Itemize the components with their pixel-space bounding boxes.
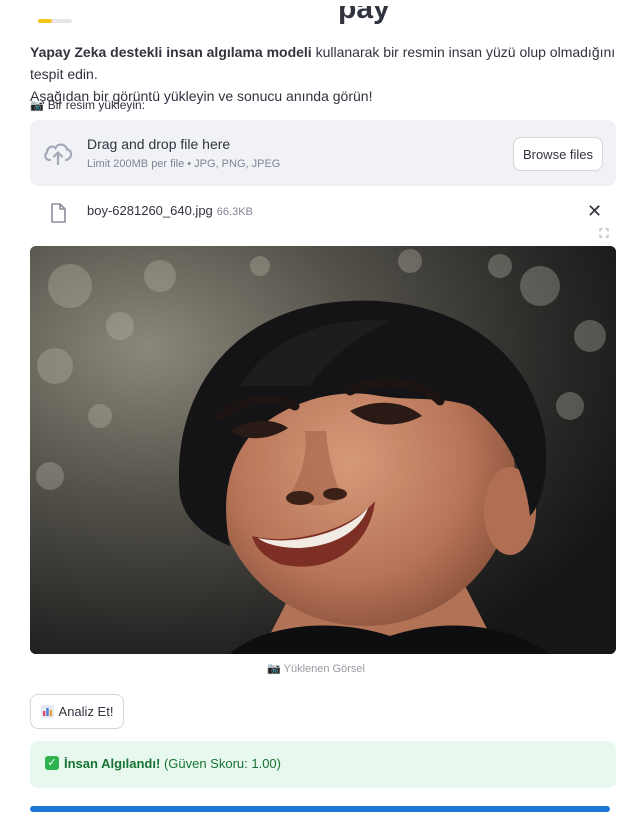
file-size: 66.3KB — [216, 206, 253, 218]
uploaded-file-row: boy-6281260_640.jpg 66.3KB ✕ — [30, 196, 616, 228]
header-strip: pay — [0, 0, 632, 30]
fullscreen-button[interactable] — [594, 224, 614, 242]
image-caption: 📷 Yüklenen Görsel — [0, 662, 632, 675]
analyze-button[interactable]: Analiz Et! — [30, 694, 124, 729]
result-message: İnsan Algılandı! (Güven Skoru: 1.00) — [64, 756, 281, 771]
cloud-upload-icon — [44, 143, 73, 166]
uploaded-image — [30, 246, 616, 654]
expand-icon — [599, 228, 609, 238]
result-alert: ✓ İnsan Algılandı! (Güven Skoru: 1.00) — [30, 741, 616, 788]
remove-file-button[interactable]: ✕ — [587, 201, 602, 221]
camera-icon: 📷 — [267, 663, 281, 675]
progress-bar — [30, 806, 610, 812]
page-title-fragment: pay — [338, 6, 390, 24]
dropzone-title: Drag and drop file here — [87, 136, 231, 152]
result-title: İnsan Algılandı! — [64, 756, 161, 771]
file-icon — [51, 203, 66, 223]
uploader-label: 📷 Bir resim yükleyin: — [30, 98, 145, 112]
bar-chart-icon — [40, 705, 54, 718]
file-name: boy-6281260_640.jpg 66.3KB — [87, 203, 253, 218]
dropzone-limit: Limit 200MB per file • JPG, PNG, JPEG — [87, 158, 281, 170]
result-score: (Güven Skoru: 1.00) — [163, 756, 281, 771]
header-decoration — [38, 19, 72, 23]
description-bold: Yapay Zeka destekli insan algılama model… — [30, 44, 312, 60]
image-caption-text: Yüklenen Görsel — [283, 663, 365, 675]
camera-icon: 📷 — [30, 99, 44, 112]
analyze-button-label: Analiz Et! — [58, 704, 114, 719]
check-icon: ✓ — [45, 756, 59, 770]
file-name-text: boy-6281260_640.jpg — [87, 203, 213, 218]
file-dropzone[interactable]: Drag and drop file here Limit 200MB per … — [30, 120, 616, 186]
uploader-label-text: Bir resim yükleyin: — [47, 98, 146, 112]
browse-files-button[interactable]: Browse files — [513, 137, 603, 171]
portrait-illustration — [30, 246, 616, 654]
